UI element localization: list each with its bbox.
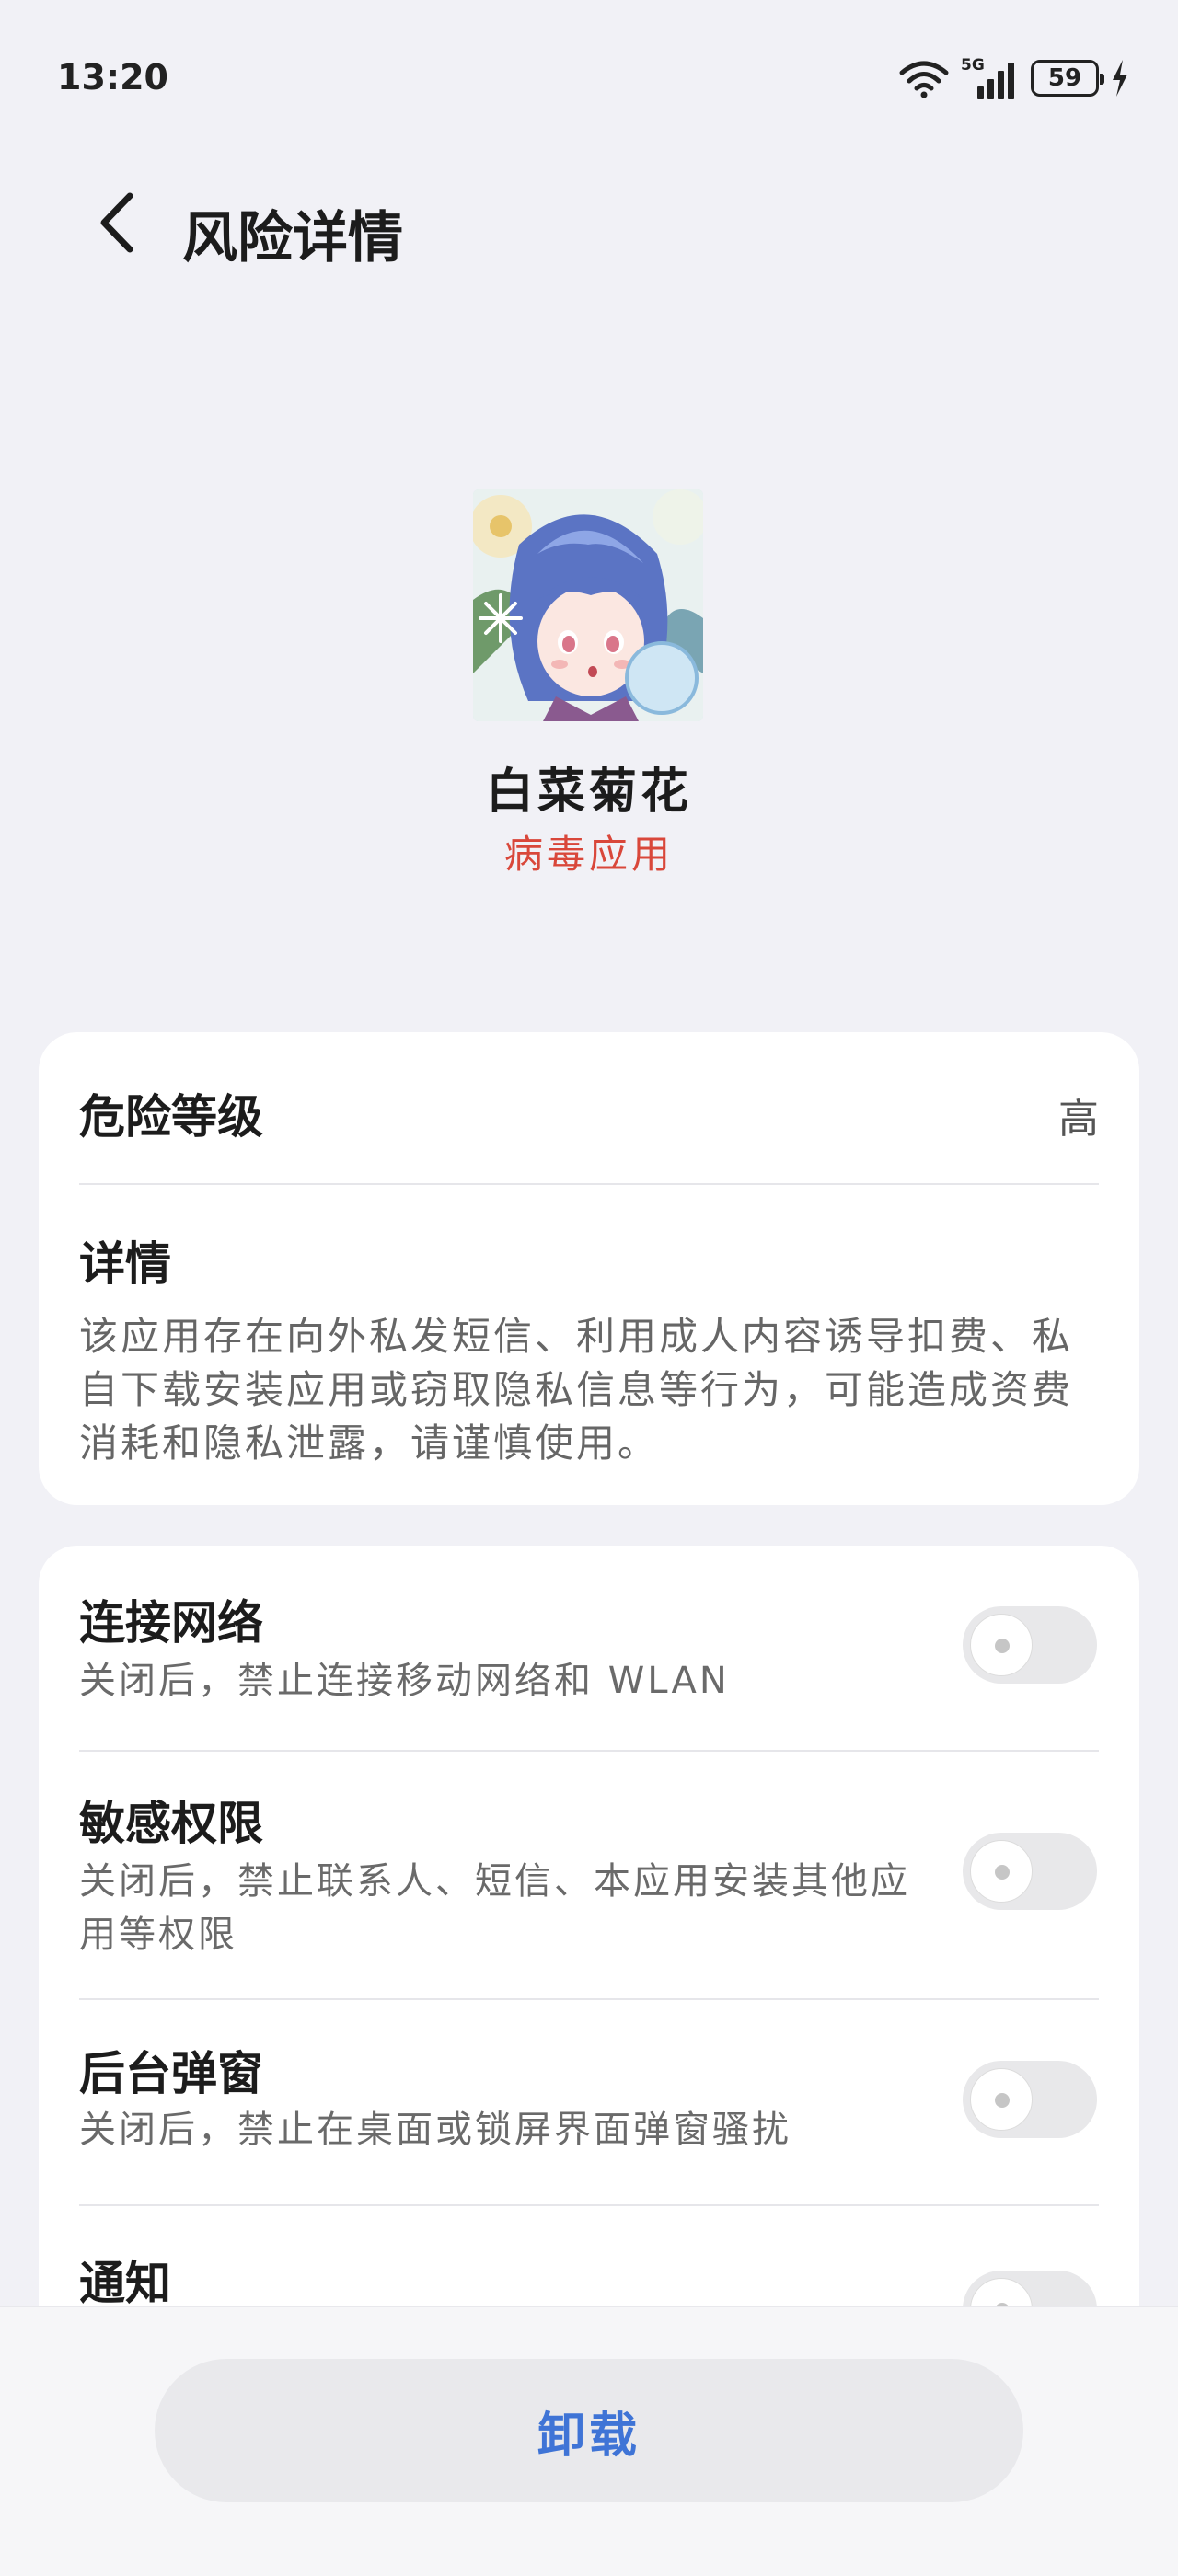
risk-level-label: 危险等级: [79, 1090, 263, 1144]
chevron-left-icon: [100, 192, 133, 253]
permission-desc: 关闭后，禁止联系人、短信、本应用安装其他应用等权限: [79, 1860, 910, 1956]
app-icon: [473, 489, 703, 721]
risk-level-value: 高: [1058, 1096, 1099, 1143]
status-icons: 5G 59: [898, 55, 1130, 101]
status-time: 13:20: [57, 57, 168, 98]
battery-icon: 59: [1031, 60, 1104, 97]
toggle-knob: [970, 1840, 1033, 1903]
background-popup-toggle[interactable]: [963, 2061, 1097, 2138]
permission-label: 连接网络: [79, 1596, 263, 1650]
page-title: 风险详情: [182, 206, 403, 270]
risk-detail-text: 该应用存在向外私发短信、利用成人内容诱导扣费、私自下载安装应用或窃取隐私信息等行…: [79, 1314, 1074, 1466]
risk-detail-label: 详情: [79, 1237, 171, 1291]
sensitive-permission-toggle[interactable]: [963, 1833, 1097, 1910]
permission-label: 后台弹窗: [79, 2047, 263, 2100]
signal-icon: 5G: [961, 56, 1014, 99]
permission-label: 敏感权限: [79, 1797, 263, 1850]
risk-level-row: 危险等级 高: [79, 1032, 1099, 1185]
app-name: 白菜菊花: [485, 765, 692, 820]
risk-detail-row: 详情 该应用存在向外私发短信、利用成人内容诱导扣费、私自下载安装应用或窃取隐私信…: [79, 1185, 1099, 1470]
risk-type-label: 病毒应用: [503, 832, 674, 877]
network-toggle[interactable]: [963, 1606, 1097, 1684]
permission-label: 通知: [79, 2257, 171, 2310]
network-type: 5G: [961, 56, 985, 75]
battery-level: 59: [1047, 64, 1082, 92]
toggle-knob: [970, 1614, 1033, 1676]
permission-row-network: 连接网络 关闭后，禁止连接移动网络和 WLAN: [79, 1546, 1099, 1752]
wifi-icon: [899, 61, 949, 98]
back-button[interactable]: [81, 186, 155, 259]
risk-detail-page: 13:20 5G 59 风险详情 白菜菊花 病毒应用 危险等级 高 详情 该应用…: [0, 0, 1178, 2576]
header: 风险详情: [0, 175, 1178, 276]
permission-row-popup: 后台弹窗 关闭后，禁止在桌面或锁屏界面弹窗骚扰: [79, 2000, 1099, 2206]
permission-row-sensitive: 敏感权限 关闭后，禁止联系人、短信、本应用安装其他应用等权限: [79, 1752, 1099, 2000]
charging-icon: [1113, 60, 1127, 97]
bottom-action-bar: 卸载: [0, 2306, 1178, 2576]
permission-desc: 关闭后，禁止在桌面或锁屏界面弹窗骚扰: [79, 2109, 791, 2151]
uninstall-button[interactable]: 卸载: [155, 2359, 1023, 2502]
status-bar: 13:20 5G 59: [0, 0, 1178, 156]
permission-desc: 关闭后，禁止连接移动网络和 WLAN: [79, 1660, 730, 1702]
toggle-knob: [970, 2068, 1033, 2131]
risk-info-card: 危险等级 高 详情 该应用存在向外私发短信、利用成人内容诱导扣费、私自下载安装应…: [39, 1032, 1139, 1505]
